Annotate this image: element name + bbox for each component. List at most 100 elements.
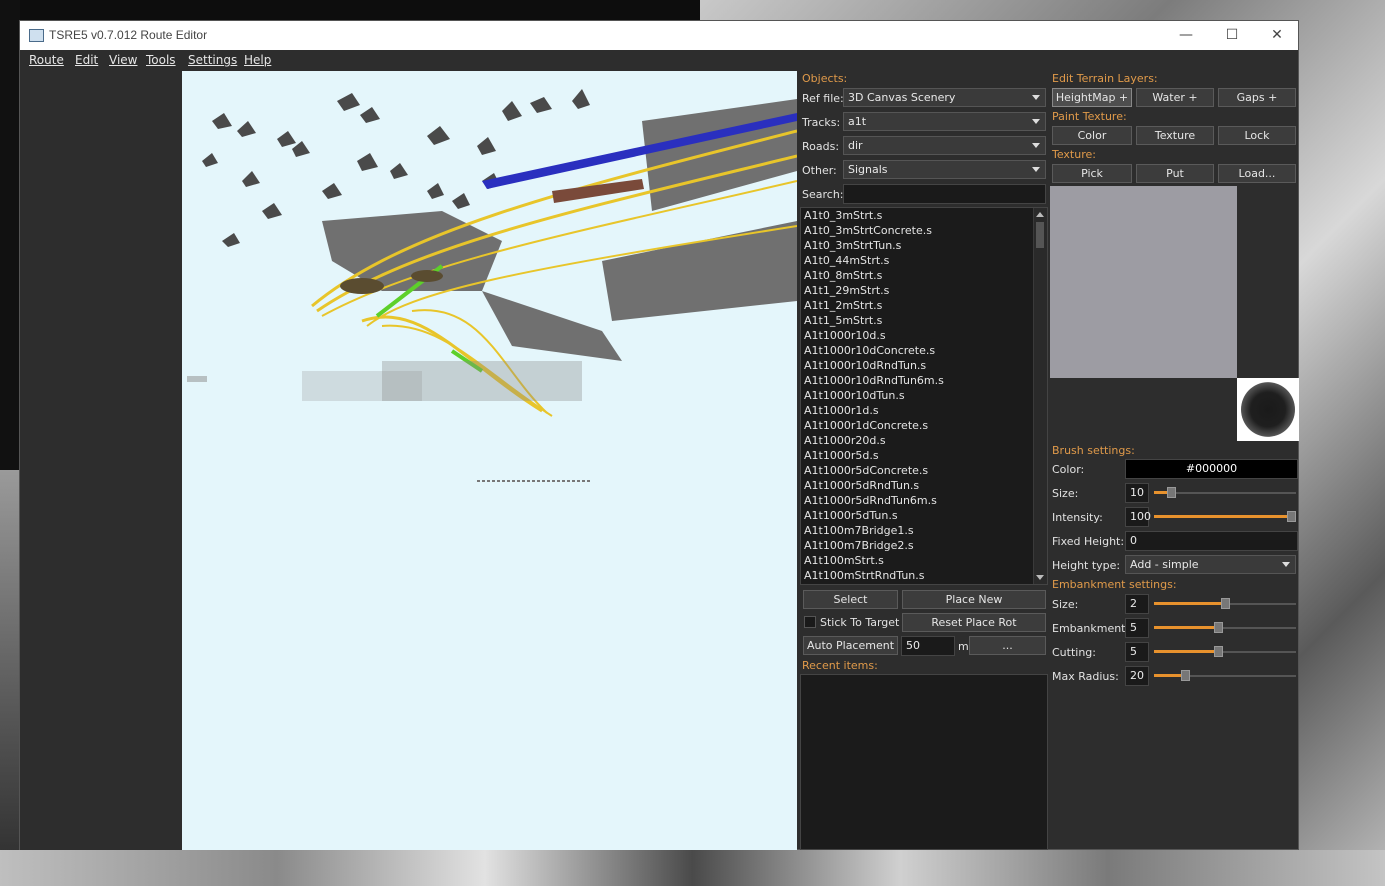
intensity-slider[interactable] [1154, 510, 1296, 524]
height-type-select[interactable]: Add - simple [1125, 555, 1296, 574]
scroll-up-icon[interactable] [1036, 212, 1044, 217]
size-label: Size: [1052, 487, 1079, 500]
maximize-button[interactable]: ☐ [1209, 21, 1255, 50]
put-button[interactable]: Put [1136, 164, 1214, 183]
embankment-input[interactable]: 5 [1125, 618, 1149, 638]
stick-to-target-checkbox[interactable] [804, 616, 816, 628]
list-item[interactable]: A1t0_3mStrtTun.s [804, 238, 1047, 253]
chevron-down-icon [1032, 119, 1040, 124]
tracks-select[interactable]: a1t [843, 112, 1046, 131]
list-item[interactable]: A1t1_2mStrt.s [804, 298, 1047, 313]
list-item[interactable]: A1t1_29mStrt.s [804, 283, 1047, 298]
search-input[interactable] [843, 184, 1046, 204]
gaps-button[interactable]: Gaps + [1218, 88, 1296, 107]
menu-help[interactable]: Help [244, 53, 271, 67]
embankment-slider[interactable] [1154, 621, 1296, 635]
minimize-button[interactable]: — [1163, 21, 1209, 50]
brush-color-field[interactable]: #000000 [1125, 459, 1298, 479]
fixed-height-input[interactable]: 0 [1125, 531, 1298, 551]
intensity-input[interactable]: 100 [1125, 507, 1151, 527]
scroll-down-icon[interactable] [1036, 575, 1044, 580]
size-input[interactable]: 10 [1125, 483, 1149, 503]
list-item[interactable]: A1t1000r10dRndTun6m.s [804, 373, 1047, 388]
menu-view[interactable]: View [109, 53, 137, 67]
size-slider-handle[interactable] [1167, 487, 1176, 498]
chevron-down-icon [1032, 143, 1040, 148]
list-item[interactable]: A1t100m7Bridge1.s [804, 523, 1047, 538]
auto-placement-distance-input[interactable]: 50 [901, 636, 955, 656]
title-bar[interactable]: TSRE5 v0.7.012 Route Editor — ☐ ✕ [20, 21, 1298, 50]
place-new-button[interactable]: Place New [902, 590, 1046, 609]
size-slider[interactable] [1154, 486, 1296, 500]
more-options-button[interactable]: ... [969, 636, 1046, 655]
list-item[interactable]: A1t1000r10dTun.s [804, 388, 1047, 403]
embankment-label: Embankment: [1052, 622, 1130, 635]
pick-button[interactable]: Pick [1052, 164, 1132, 183]
object-list-scrollbar[interactable] [1033, 208, 1047, 584]
other-value: Signals [848, 163, 888, 176]
menu-settings[interactable]: Settings [188, 53, 237, 67]
cutting-input[interactable]: 5 [1125, 642, 1149, 662]
ref-file-select[interactable]: 3D Canvas Scenery [843, 88, 1046, 107]
list-item[interactable]: A1t0_3mStrt.s [804, 208, 1047, 223]
emb-size-slider[interactable] [1154, 597, 1296, 611]
color-button[interactable]: Color [1052, 126, 1132, 145]
recent-items-list[interactable] [800, 674, 1048, 850]
close-button[interactable]: ✕ [1254, 21, 1300, 50]
app-icon [29, 29, 44, 42]
ref-file-value: 3D Canvas Scenery [848, 91, 956, 104]
edit-terrain-header: Edit Terrain Layers: [1052, 72, 1158, 85]
menu-tools[interactable]: Tools [146, 53, 176, 67]
roads-select[interactable]: dir [843, 136, 1046, 155]
list-item[interactable]: A1t1000r5d.s [804, 448, 1047, 463]
water-button[interactable]: Water + [1136, 88, 1214, 107]
select-button[interactable]: Select [803, 590, 898, 609]
intensity-slider-handle[interactable] [1287, 511, 1296, 522]
tracks-label: Tracks: [802, 116, 841, 129]
max-radius-label: Max Radius: [1052, 670, 1119, 683]
list-item[interactable]: A1t1000r10dConcrete.s [804, 343, 1047, 358]
menu-route[interactable]: Route [29, 53, 64, 67]
list-item[interactable]: A1t1000r5dRndTun.s [804, 478, 1047, 493]
list-item[interactable]: A1t0_3mStrtConcrete.s [804, 223, 1047, 238]
objects-header: Objects: [802, 72, 848, 85]
menu-edit[interactable]: Edit [75, 53, 98, 67]
embankment-slider-handle[interactable] [1214, 622, 1223, 633]
list-item[interactable]: A1t100mStrtRndTun.s [804, 568, 1047, 583]
list-item[interactable]: A1t1000r10dRndTun.s [804, 358, 1047, 373]
list-item[interactable]: A1t1000r5dTun.s [804, 508, 1047, 523]
auto-placement-button[interactable]: Auto Placement [803, 636, 898, 655]
load-button[interactable]: Load... [1218, 164, 1296, 183]
brush-shape-icon [1241, 382, 1295, 437]
list-item[interactable]: A1t1000r20d.s [804, 433, 1047, 448]
list-item[interactable]: A1t0_44mStrt.s [804, 253, 1047, 268]
list-item[interactable]: A1t1000r10d.s [804, 328, 1047, 343]
max-radius-slider-handle[interactable] [1181, 670, 1190, 681]
3d-viewport[interactable] [182, 71, 797, 850]
max-radius-input[interactable]: 20 [1125, 666, 1149, 686]
other-select[interactable]: Signals [843, 160, 1046, 179]
reset-place-rot-button[interactable]: Reset Place Rot [902, 613, 1046, 632]
lock-button[interactable]: Lock [1218, 126, 1296, 145]
cutting-slider-handle[interactable] [1214, 646, 1223, 657]
brush-preview [1237, 378, 1299, 441]
cutting-slider[interactable] [1154, 645, 1296, 659]
list-item[interactable]: A1t100m7Bridge2.s [804, 538, 1047, 553]
list-item[interactable]: A1t1000r5dConcrete.s [804, 463, 1047, 478]
emb-size-input[interactable]: 2 [1125, 594, 1149, 614]
object-list[interactable]: A1t0_3mStrt.s A1t0_3mStrtConcrete.s A1t0_3… [800, 207, 1048, 585]
list-item[interactable]: A1t1000r5dRndTun6m.s [804, 493, 1047, 508]
scroll-thumb[interactable] [1036, 222, 1044, 248]
list-item[interactable]: A1t100mStrt.s [804, 553, 1047, 568]
tracks-value: a1t [848, 115, 867, 128]
list-item[interactable]: A1t1_5mStrt.s [804, 313, 1047, 328]
list-item[interactable]: A1t1000r1dConcrete.s [804, 418, 1047, 433]
texture-button[interactable]: Texture [1136, 126, 1214, 145]
heightmap-button[interactable]: HeightMap + [1052, 88, 1132, 107]
list-item[interactable]: A1t0_8mStrt.s [804, 268, 1047, 283]
max-radius-slider[interactable] [1154, 669, 1296, 683]
stick-to-target-label: Stick To Target [820, 616, 900, 629]
emb-size-slider-handle[interactable] [1221, 598, 1230, 609]
embankment-settings-header: Embankment settings: [1052, 578, 1177, 591]
list-item[interactable]: A1t1000r1d.s [804, 403, 1047, 418]
